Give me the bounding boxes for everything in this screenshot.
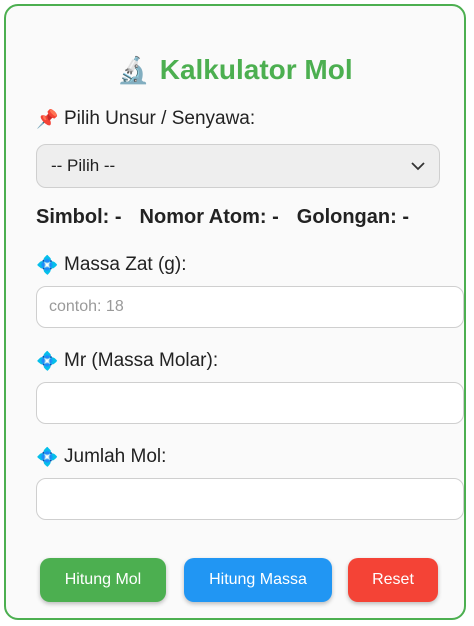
hitung-massa-button[interactable]: Hitung Massa — [184, 558, 332, 602]
title-text: Kalkulator Mol — [159, 54, 353, 85]
page-title: 🔬 Kalkulator Mol — [6, 54, 464, 86]
massa-label-text: Massa Zat (g): — [64, 254, 187, 275]
hitung-mol-button[interactable]: Hitung Mol — [40, 558, 166, 602]
mr-label: 💠 Mr (Massa Molar): — [36, 350, 218, 372]
mol-input[interactable] — [36, 478, 464, 520]
nomor-atom-info: Nomor Atom: - — [139, 206, 279, 228]
mol-label-text: Jumlah Mol: — [64, 446, 167, 467]
massa-input[interactable] — [36, 286, 464, 328]
unsur-label-text: Pilih Unsur / Senyawa: — [64, 108, 256, 129]
select-value: -- Pilih -- — [51, 156, 116, 175]
golongan-info: Golongan: - — [296, 206, 409, 228]
diamond-icon: 💠 — [36, 350, 59, 371]
simbol-info: Simbol: - — [36, 206, 122, 228]
mr-input[interactable] — [36, 382, 464, 424]
pushpin-icon: 📌 — [36, 108, 59, 129]
mr-label-text: Mr (Massa Molar): — [64, 350, 219, 371]
mol-label: 💠 Jumlah Mol: — [36, 446, 166, 468]
reset-button[interactable]: Reset — [348, 558, 438, 602]
unsur-label: 📌 Pilih Unsur / Senyawa: — [36, 108, 255, 130]
diamond-icon: 💠 — [36, 446, 59, 467]
microscope-icon: 🔬 — [117, 54, 150, 85]
element-info: Simbol: - Nomor Atom: - Golongan: - — [36, 206, 446, 229]
chevron-down-icon — [411, 158, 425, 174]
diamond-icon: 💠 — [36, 254, 59, 275]
calculator-card: 🔬 Kalkulator Mol 📌 Pilih Unsur / Senyawa… — [4, 4, 466, 620]
massa-label: 💠 Massa Zat (g): — [36, 254, 186, 276]
unsur-select[interactable]: -- Pilih -- — [36, 144, 440, 188]
